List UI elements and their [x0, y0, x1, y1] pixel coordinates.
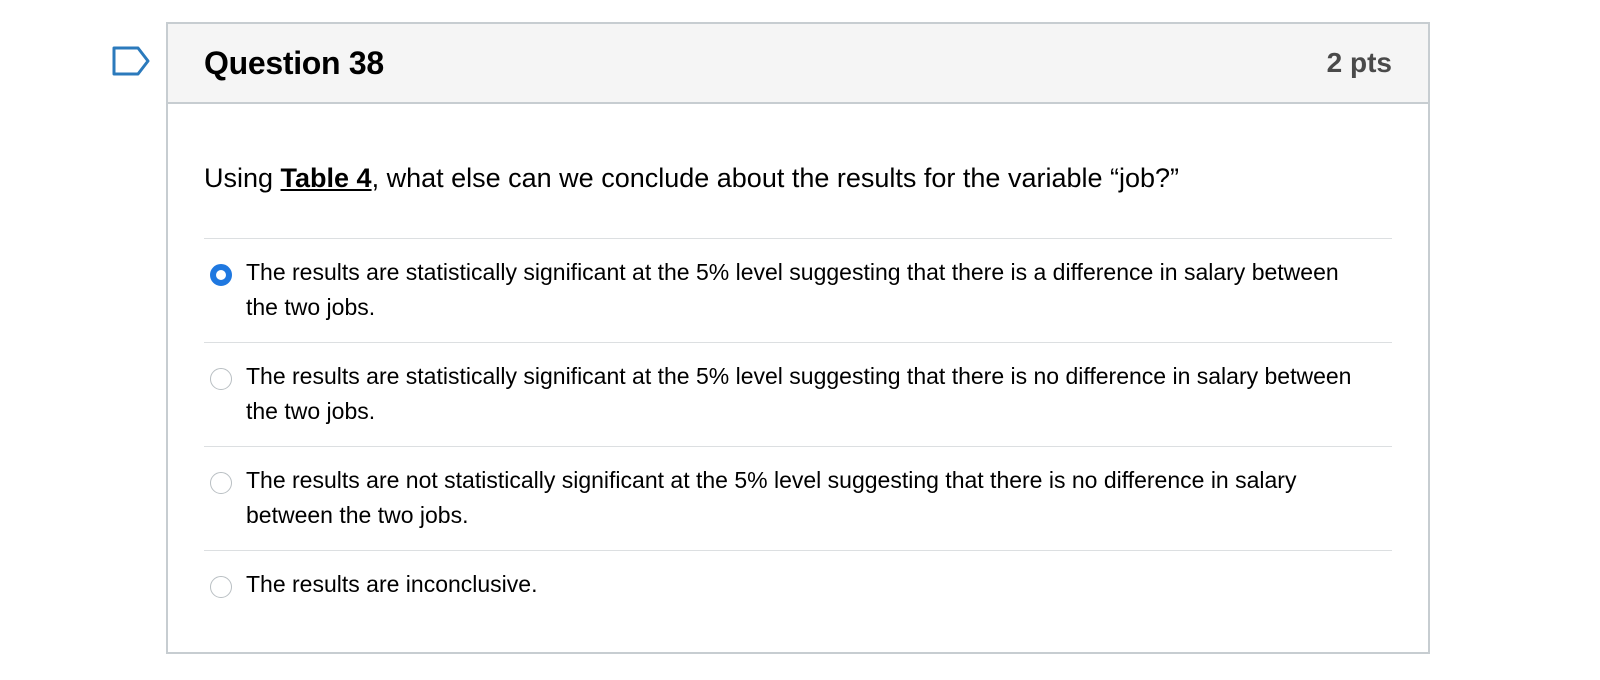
answer-list: The results are statistically significan…: [204, 238, 1392, 621]
answer-label: The results are inconclusive.: [246, 571, 538, 597]
answer-label: The results are statistically significan…: [246, 259, 1339, 320]
question-points: 2 pts: [1326, 47, 1392, 78]
answer-label: The results are statistically significan…: [246, 363, 1352, 424]
radio-button[interactable]: [210, 472, 232, 494]
radio-button[interactable]: [210, 368, 232, 390]
radio-button-selected[interactable]: [210, 264, 232, 286]
radio-button[interactable]: [210, 576, 232, 598]
answer-option-3[interactable]: The results are not statistically signif…: [204, 447, 1392, 551]
answer-label: The results are not statistically signif…: [246, 467, 1297, 528]
question-text-before: Using: [204, 163, 281, 193]
question-text: Using Table 4, what else can we conclude…: [204, 160, 1392, 196]
table-reference-link[interactable]: Table 4: [281, 163, 372, 193]
question-body: Using Table 4, what else can we conclude…: [168, 160, 1428, 621]
answer-option-4[interactable]: The results are inconclusive.: [204, 551, 1392, 621]
question-card: Question 38 2 pts Using Table 4, what el…: [166, 22, 1430, 654]
question-title: Question 38: [204, 44, 384, 81]
question-text-after: , what else can we conclude about the re…: [371, 163, 1180, 193]
question-header: Question 38 2 pts: [168, 24, 1428, 104]
bookmark-flag-icon[interactable]: [112, 46, 152, 76]
answer-option-2[interactable]: The results are statistically significan…: [204, 343, 1392, 447]
answer-option-1[interactable]: The results are statistically significan…: [204, 239, 1392, 343]
